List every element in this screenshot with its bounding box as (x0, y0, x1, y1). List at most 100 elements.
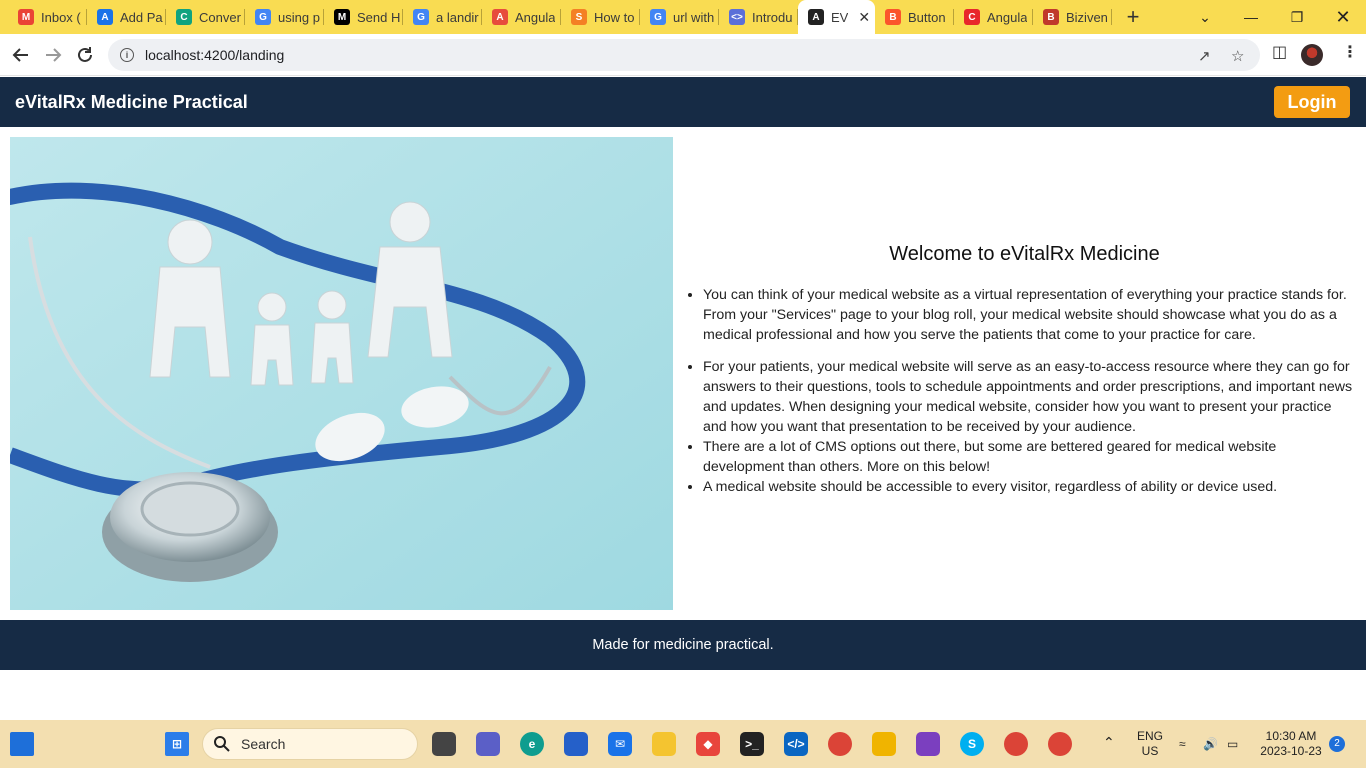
skype-icon[interactable]: S (960, 732, 984, 756)
back-arrow-icon (12, 47, 28, 62)
mail-icon[interactable]: ✉ (608, 732, 632, 756)
browser-tab[interactable]: A Add Pa (87, 0, 166, 34)
account-icon: A (97, 9, 113, 25)
url-text[interactable]: localhost:4200/landing (145, 47, 284, 63)
notification-badge[interactable]: 2 (1329, 736, 1345, 752)
tab-title: Angula (515, 9, 556, 25)
list-item: You can think of your medical website as… (703, 285, 1353, 345)
close-tab-icon[interactable]: ✕ (858, 9, 870, 26)
pinned-app-icon[interactable] (872, 732, 896, 756)
visual-studio-icon[interactable] (916, 732, 940, 756)
login-button[interactable]: Login (1274, 86, 1350, 118)
app-header: eVitalRx Medicine Practical Login (0, 77, 1366, 127)
hero-image (10, 137, 673, 610)
app-footer: Made for medicine practical. (0, 620, 1366, 670)
footer-text: Made for medicine practical. (592, 637, 774, 653)
browser-tab[interactable]: M Send H (324, 0, 403, 34)
medium-icon: M (334, 9, 350, 25)
volume-icon[interactable]: 🔊 (1203, 737, 1218, 752)
share-icon[interactable]: ↗ (1198, 47, 1211, 65)
tab-search-chevron-icon[interactable]: ⌄ (1182, 0, 1228, 34)
browser-tab[interactable]: C Angula (954, 0, 1033, 34)
app-title: eVitalRx Medicine Practical (15, 91, 248, 112)
forward-arrow-icon (46, 47, 62, 62)
browser-tab[interactable]: M Inbox ( (8, 0, 87, 34)
browser-tab[interactable]: Gusing p (245, 0, 324, 34)
browser-tab[interactable]: Ga landir (403, 0, 482, 34)
browser-tab[interactable]: Gurl with (640, 0, 719, 34)
forward-button[interactable] (37, 39, 69, 71)
reload-button[interactable] (69, 39, 101, 71)
bookmark-star-icon[interactable]: ☆ (1231, 47, 1244, 65)
clock[interactable]: 10:30 AM 2023-10-23 (1256, 729, 1326, 759)
tab-title: How to (594, 9, 635, 25)
angular-icon: A (808, 9, 824, 25)
tab-title: Angula (987, 9, 1028, 25)
file-explorer-icon[interactable] (652, 732, 676, 756)
brave-icon: B (885, 9, 901, 25)
git-app-icon[interactable]: ◆ (696, 732, 720, 756)
list-item: A medical website should be accessible t… (703, 477, 1353, 497)
list-item: For your patients, your medical website … (703, 357, 1353, 437)
tab-title: using p (278, 9, 320, 25)
google-icon: G (255, 9, 271, 25)
tab-title: Conver (199, 9, 241, 25)
edge-icon[interactable]: e (520, 732, 544, 756)
tab-active[interactable]: A EV ✕ (798, 0, 875, 34)
browser-tab[interactable]: B Button (875, 0, 954, 34)
store-icon[interactable] (564, 732, 588, 756)
site-info-icon[interactable]: i (120, 48, 134, 62)
clock-date: 2023-10-23 (1260, 744, 1322, 758)
puzzle-icon: A (492, 9, 508, 25)
widgets-icon[interactable] (10, 732, 34, 756)
chrome-icon[interactable] (828, 732, 852, 756)
browser-tab[interactable]: C Conver (166, 0, 245, 34)
new-tab-button[interactable]: + (1116, 0, 1150, 34)
stethoscope-family-illustration (10, 137, 673, 610)
coursera-icon: C (964, 9, 980, 25)
clock-time: 10:30 AM (1265, 729, 1317, 743)
browser-toolbar: i localhost:4200/landing ↗ ☆ ◫ ⋮ (0, 34, 1366, 76)
browser-tab[interactable]: B Biziven (1033, 0, 1112, 34)
tab-title: Button (908, 9, 946, 25)
terminal-icon[interactable]: >_ (740, 732, 764, 756)
browser-tab[interactable]: <> Introdu (719, 0, 798, 34)
tab-list: M Inbox (A Add Pa C Conver Gusing p M Send HGa … (8, 0, 1112, 34)
battery-icon[interactable]: ▭ (1227, 737, 1238, 752)
gmail-icon: M (18, 9, 34, 25)
tab-title: EV (831, 9, 849, 25)
google-icon: G (413, 9, 429, 25)
code-icon: <> (729, 9, 745, 25)
address-bar[interactable]: i localhost:4200/landing ↗ ☆ (108, 39, 1260, 71)
wifi-icon[interactable]: ≈ (1179, 737, 1186, 752)
list-item: There are a lot of CMS options out there… (703, 437, 1353, 477)
browser-tab-strip: M Inbox (A Add Pa C Conver Gusing p M Send HGa … (0, 0, 1366, 34)
browser-tab[interactable]: S How to (561, 0, 640, 34)
tab-title: Introdu (752, 9, 793, 25)
back-button[interactable] (5, 39, 37, 71)
info-list: You can think of your medical website as… (703, 285, 1353, 497)
side-panel-icon[interactable]: ◫ (1272, 42, 1287, 62)
search-icon (214, 736, 230, 752)
chrome-profile-2-icon[interactable] (1048, 732, 1072, 756)
chatgpt-icon: C (176, 9, 192, 25)
close-window-button[interactable]: ✕ (1320, 0, 1366, 34)
language-label: ENG (1136, 729, 1163, 743)
windows-start-icon[interactable]: ⊞ (165, 732, 189, 756)
taskbar-search[interactable]: Search (202, 728, 418, 760)
tab-title: url with (673, 9, 715, 25)
vscode-icon[interactable]: </> (784, 732, 808, 756)
reload-icon (78, 46, 92, 62)
tab-title: Send H (357, 9, 401, 25)
task-view-icon[interactable] (432, 732, 456, 756)
profile-avatar[interactable] (1301, 44, 1323, 66)
restore-button[interactable]: ❐ (1274, 0, 1320, 34)
teams-chat-icon[interactable] (476, 732, 500, 756)
minimize-button[interactable]: — (1228, 0, 1274, 34)
browser-tab[interactable]: A Angula (482, 0, 561, 34)
region-label: US (1141, 744, 1159, 758)
chrome-profile-icon[interactable] (1004, 732, 1028, 756)
show-hidden-icons-chevron-icon[interactable]: ⌃ (1103, 735, 1115, 750)
menu-kebab-icon[interactable]: ⋮ (1342, 42, 1358, 62)
language-indicator[interactable]: ENG US (1132, 729, 1168, 759)
